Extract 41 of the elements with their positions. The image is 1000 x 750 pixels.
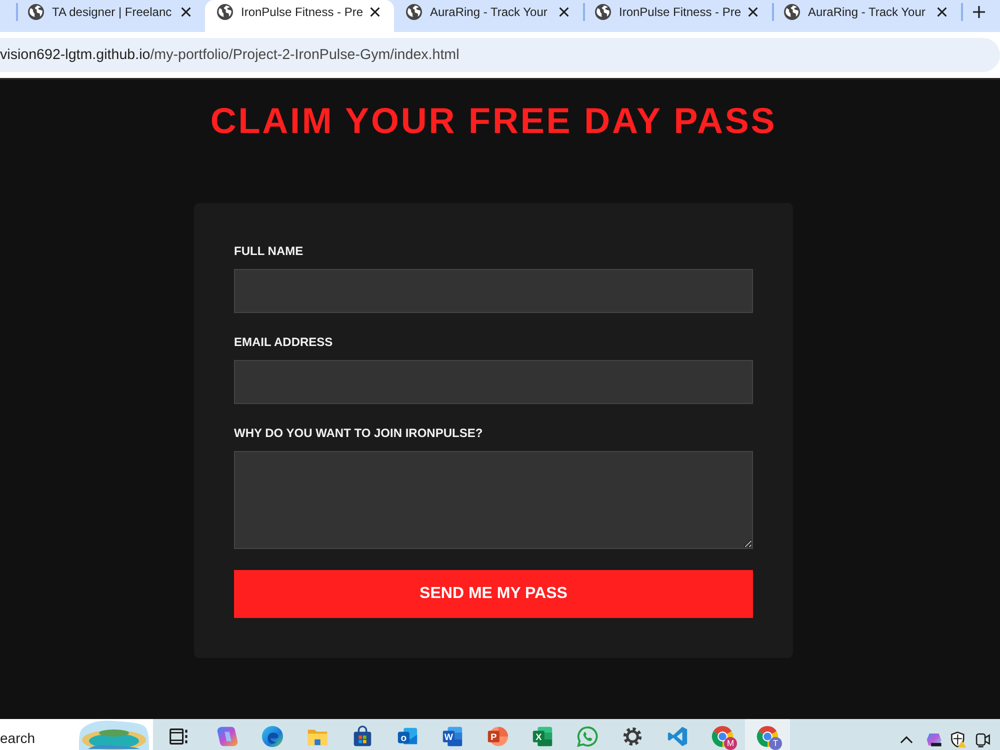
close-icon[interactable] [748,7,758,17]
slides-app-icon[interactable]: P [486,725,509,748]
submit-button[interactable]: SEND ME MY PASS [234,570,753,618]
globe-icon [28,4,44,20]
url-text: vision692-lgtm.github.io/my-portfolio/Project-2-IronPulse-Gym/index.html [0,47,460,63]
shield-warning-icon[interactable] [950,731,967,748]
chevron-up-icon[interactable] [900,735,913,744]
globe-icon [595,4,611,20]
globe-icon [784,4,800,20]
textarea-field[interactable] [234,451,753,549]
browser-tab[interactable]: IronPulse Fitness - Pre [205,0,394,32]
globe-icon [406,4,422,20]
browser-tab[interactable]: AuraRing - Track Your [772,0,961,32]
code-editor-icon[interactable] [666,725,689,748]
browser-tab[interactable]: AuraRing - Track Your [394,0,583,32]
chat-bubble-icon[interactable] [576,725,599,748]
input-field[interactable] [234,269,753,313]
close-icon[interactable] [181,7,191,17]
browser-tab[interactable]: TA designer | Freelanc [16,0,205,32]
close-icon[interactable] [937,7,947,17]
close-icon[interactable] [370,7,380,17]
camera-icon[interactable] [974,731,991,748]
profile-badge: T [769,737,782,750]
settings-icon[interactable] [621,725,644,748]
taskbar-button[interactable]: T [745,719,790,750]
shopping-bag-icon[interactable] [351,725,374,748]
search-field[interactable]: earch [0,719,78,750]
field-label: WHY DO YOU WANT TO JOIN IRONPULSE? [234,425,483,441]
page-heading: CLAIM YOUR FREE DAY PASS [209,100,778,142]
tray-app-icon[interactable] [926,731,943,748]
field-label: FULL NAME [234,243,304,259]
address-field[interactable]: vision692-lgtm.github.io/my-portfolio/Project-2-IronPulse-Gym/index.html [0,38,1000,72]
field-label: EMAIL ADDRESS [234,334,333,350]
input-field[interactable] [234,360,753,404]
browser-tab[interactable]: IronPulse Fitness - Pre [583,0,772,32]
globe-icon [217,4,233,20]
close-icon[interactable] [559,7,569,17]
wave-browser-icon[interactable] [261,725,284,748]
new-tab-icon[interactable] [973,6,985,18]
profile-badge: M [724,737,737,750]
swirl-app-icon[interactable] [216,725,239,748]
